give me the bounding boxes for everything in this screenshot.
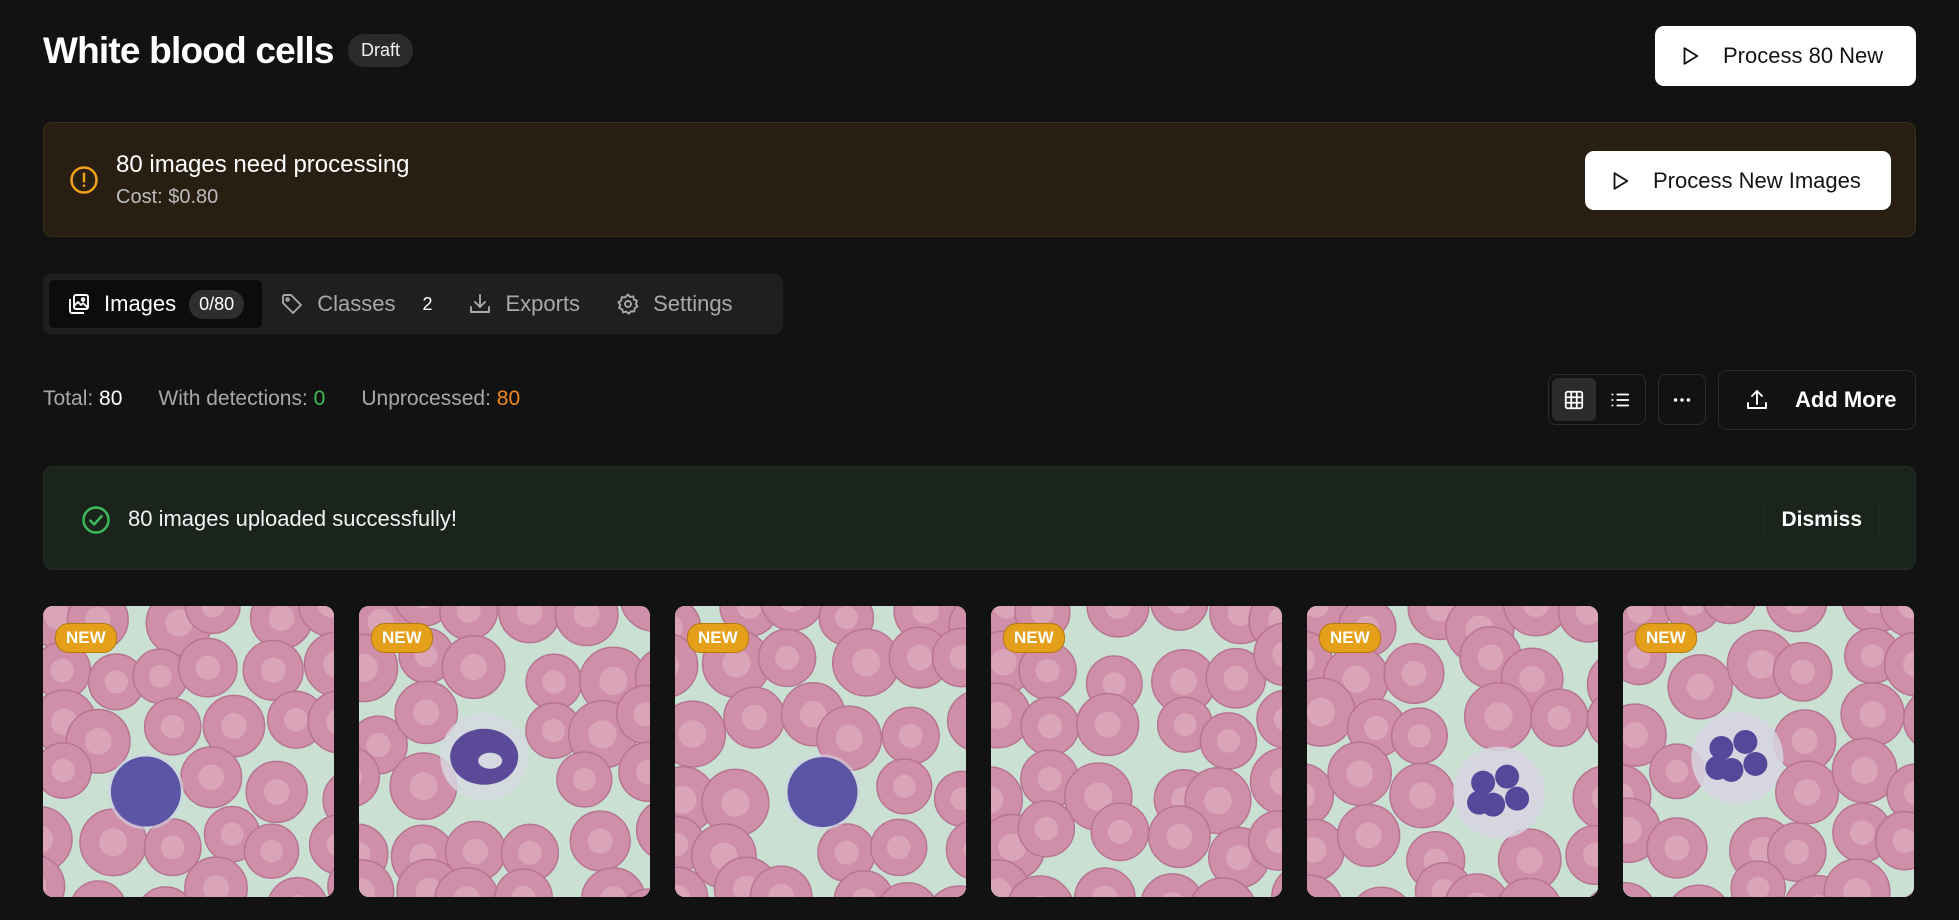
image-grid: NEW NEW NEW NEW NEW NEW — [43, 606, 1916, 897]
tab-label: Classes — [317, 291, 396, 316]
check-circle-icon — [82, 506, 110, 534]
ellipsis-icon — [1673, 397, 1691, 402]
tab-label: Exports — [505, 291, 581, 316]
new-badge: NEW — [1003, 623, 1065, 653]
tab-count-badge: 2 — [422, 293, 433, 314]
tab-label: Images — [104, 291, 177, 316]
tab-label: Settings — [653, 291, 733, 316]
stat-unprocessed-label: Unprocessed: — [361, 387, 491, 410]
tab-classes[interactable]: Classes 2 — [262, 280, 450, 328]
page-header: White blood cells Draft Process 80 New — [43, 26, 1916, 86]
new-badge: NEW — [1635, 623, 1697, 653]
upload-icon — [1747, 390, 1767, 409]
download-icon — [470, 294, 491, 313]
status-badge: Draft — [348, 34, 414, 67]
tab-exports[interactable]: Exports — [450, 280, 598, 328]
view-mode-toggle — [1548, 374, 1646, 425]
play-icon — [1613, 171, 1629, 190]
tag-icon — [282, 294, 303, 314]
new-badge: NEW — [371, 623, 433, 653]
process-new-button[interactable]: Process 80 New — [1655, 26, 1916, 86]
add-more-label: Add More — [1795, 387, 1897, 412]
dismiss-button[interactable]: Dismiss — [1763, 497, 1880, 543]
upload-success-banner: 80 images uploaded successfully! Dismiss — [43, 466, 1916, 570]
list-icon — [1611, 393, 1630, 406]
add-more-button[interactable]: Add More — [1718, 370, 1916, 430]
alert-cost: Cost: $0.80 — [116, 186, 219, 208]
image-card[interactable]: NEW — [359, 606, 650, 897]
image-card[interactable]: NEW — [43, 606, 334, 897]
grid-view-button[interactable] — [1552, 378, 1596, 421]
stat-total: Total: 80 — [43, 387, 122, 411]
success-message: 80 images uploaded successfully! — [128, 506, 457, 531]
stat-unprocessed: Unprocessed: 80 — [361, 387, 520, 411]
stat-unprocessed-value: 80 — [496, 387, 521, 410]
stat-total-label: Total: — [43, 387, 94, 410]
alert-title: 80 images need processing — [116, 151, 410, 178]
gear-icon — [617, 293, 639, 315]
tab-count-badge: 0/80 — [189, 289, 245, 319]
process-new-images-label: Process New Images — [1653, 167, 1861, 193]
new-badge: NEW — [55, 623, 117, 653]
tab-settings[interactable]: Settings — [598, 280, 751, 328]
image-card[interactable]: NEW — [991, 606, 1282, 897]
alert-circle-icon — [70, 166, 98, 194]
list-view-button[interactable] — [1598, 378, 1642, 421]
tab-bar: Images 0/80 Classes 2 Exports Settings — [43, 274, 783, 334]
new-badge: NEW — [687, 623, 749, 653]
stat-total-value: 80 — [99, 387, 123, 410]
more-options-button[interactable] — [1658, 374, 1706, 425]
process-new-button-label: Process 80 New — [1723, 43, 1884, 68]
tab-images[interactable]: Images 0/80 — [49, 280, 263, 328]
new-badge: NEW — [1319, 623, 1381, 653]
stat-detections: With detections: 0 — [158, 387, 325, 411]
stat-detections-label: With detections: — [158, 387, 308, 410]
image-card[interactable]: NEW — [1623, 606, 1914, 897]
image-card[interactable]: NEW — [675, 606, 966, 897]
process-new-images-button[interactable]: Process New Images — [1585, 151, 1891, 210]
image-stats: Total: 80 With detections: 0 Unprocessed… — [43, 387, 520, 411]
play-icon — [1683, 47, 1699, 65]
processing-alert: 80 images need processing Cost: $0.80 Pr… — [43, 122, 1916, 237]
image-card[interactable]: NEW — [1307, 606, 1598, 897]
grid-icon — [1564, 390, 1584, 409]
page-title: White blood cells — [43, 30, 334, 71]
stat-detections-value: 0 — [313, 387, 326, 410]
images-icon — [69, 294, 89, 314]
